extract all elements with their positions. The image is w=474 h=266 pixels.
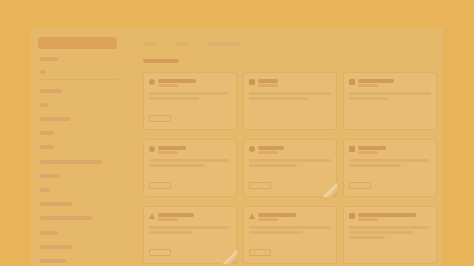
card-title xyxy=(158,146,186,150)
sidebar-item[interactable] xyxy=(40,145,54,149)
card-title xyxy=(358,213,416,217)
card-tag xyxy=(149,115,171,122)
sidebar-item[interactable] xyxy=(40,103,48,107)
integration-card[interactable] xyxy=(343,139,437,197)
card-description xyxy=(149,226,229,229)
sidebar xyxy=(31,27,127,266)
integration-card[interactable] xyxy=(143,206,237,264)
card-subtitle xyxy=(358,218,378,221)
card-title xyxy=(258,213,296,217)
square-icon xyxy=(349,146,355,152)
card-subtitle xyxy=(158,151,178,154)
card-description xyxy=(349,236,385,239)
square-icon xyxy=(349,79,355,85)
section-title xyxy=(143,59,179,63)
card-description xyxy=(249,97,309,100)
sidebar-item[interactable] xyxy=(40,188,50,192)
card-subtitle xyxy=(258,84,278,87)
card-subtitle xyxy=(358,151,378,154)
circle-icon xyxy=(249,146,255,152)
tab[interactable] xyxy=(143,42,157,46)
featured-ribbon-icon xyxy=(223,250,237,264)
card-title xyxy=(158,213,194,217)
integration-card[interactable] xyxy=(243,139,337,197)
card-title xyxy=(358,146,386,150)
circle-icon xyxy=(149,146,155,152)
card-subtitle xyxy=(158,84,178,87)
sidebar-divider xyxy=(37,79,119,80)
sidebar-item-active[interactable] xyxy=(38,37,117,49)
integration-card[interactable] xyxy=(143,72,237,130)
sidebar-item[interactable] xyxy=(40,131,54,135)
card-title xyxy=(358,79,394,83)
card-description xyxy=(249,164,297,167)
circle-icon xyxy=(149,79,155,85)
card-description xyxy=(249,226,331,229)
triangle-icon xyxy=(249,213,255,219)
card-subtitle xyxy=(258,151,278,154)
tab[interactable] xyxy=(175,42,189,46)
tab[interactable] xyxy=(207,42,241,46)
card-description xyxy=(149,97,199,100)
card-description xyxy=(349,164,401,167)
card-description xyxy=(149,159,229,162)
sidebar-item[interactable] xyxy=(40,245,72,249)
card-description xyxy=(149,92,229,95)
card-description xyxy=(149,231,193,234)
sidebar-item[interactable] xyxy=(40,70,46,74)
integration-card[interactable] xyxy=(243,72,337,130)
card-description xyxy=(349,226,429,229)
card-tag xyxy=(349,182,371,189)
card-title xyxy=(158,79,196,83)
card-title xyxy=(258,146,284,150)
card-subtitle xyxy=(158,218,178,221)
sidebar-item[interactable] xyxy=(40,57,58,61)
card-tag xyxy=(149,249,171,256)
card-tag xyxy=(149,182,171,189)
sidebar-item[interactable] xyxy=(40,216,92,220)
card-description xyxy=(249,231,303,234)
card-description xyxy=(349,159,429,162)
sidebar-item[interactable] xyxy=(40,231,58,235)
card-tag xyxy=(249,249,271,256)
card-title xyxy=(258,79,278,83)
sidebar-item[interactable] xyxy=(40,89,62,93)
sidebar-item[interactable] xyxy=(40,174,60,178)
card-description xyxy=(249,159,331,162)
card-description xyxy=(249,92,331,95)
card-description xyxy=(349,92,431,95)
sidebar-item[interactable] xyxy=(40,117,70,121)
card-description xyxy=(149,164,205,167)
sidebar-item[interactable] xyxy=(40,160,102,164)
featured-ribbon-icon xyxy=(323,183,337,197)
sidebar-item[interactable] xyxy=(40,202,72,206)
card-description xyxy=(349,97,389,100)
integration-card[interactable] xyxy=(343,72,437,130)
main-content xyxy=(135,27,443,266)
integration-card[interactable] xyxy=(143,139,237,197)
integration-card[interactable] xyxy=(243,206,337,264)
square-icon xyxy=(249,79,255,85)
triangle-icon xyxy=(149,213,155,219)
integration-card[interactable] xyxy=(343,206,437,264)
card-subtitle xyxy=(258,218,278,221)
card-subtitle xyxy=(358,84,378,87)
sidebar-item[interactable] xyxy=(40,259,66,263)
square-icon xyxy=(349,213,355,219)
app-window xyxy=(31,27,443,266)
card-description xyxy=(349,231,413,234)
card-tag xyxy=(249,182,271,189)
